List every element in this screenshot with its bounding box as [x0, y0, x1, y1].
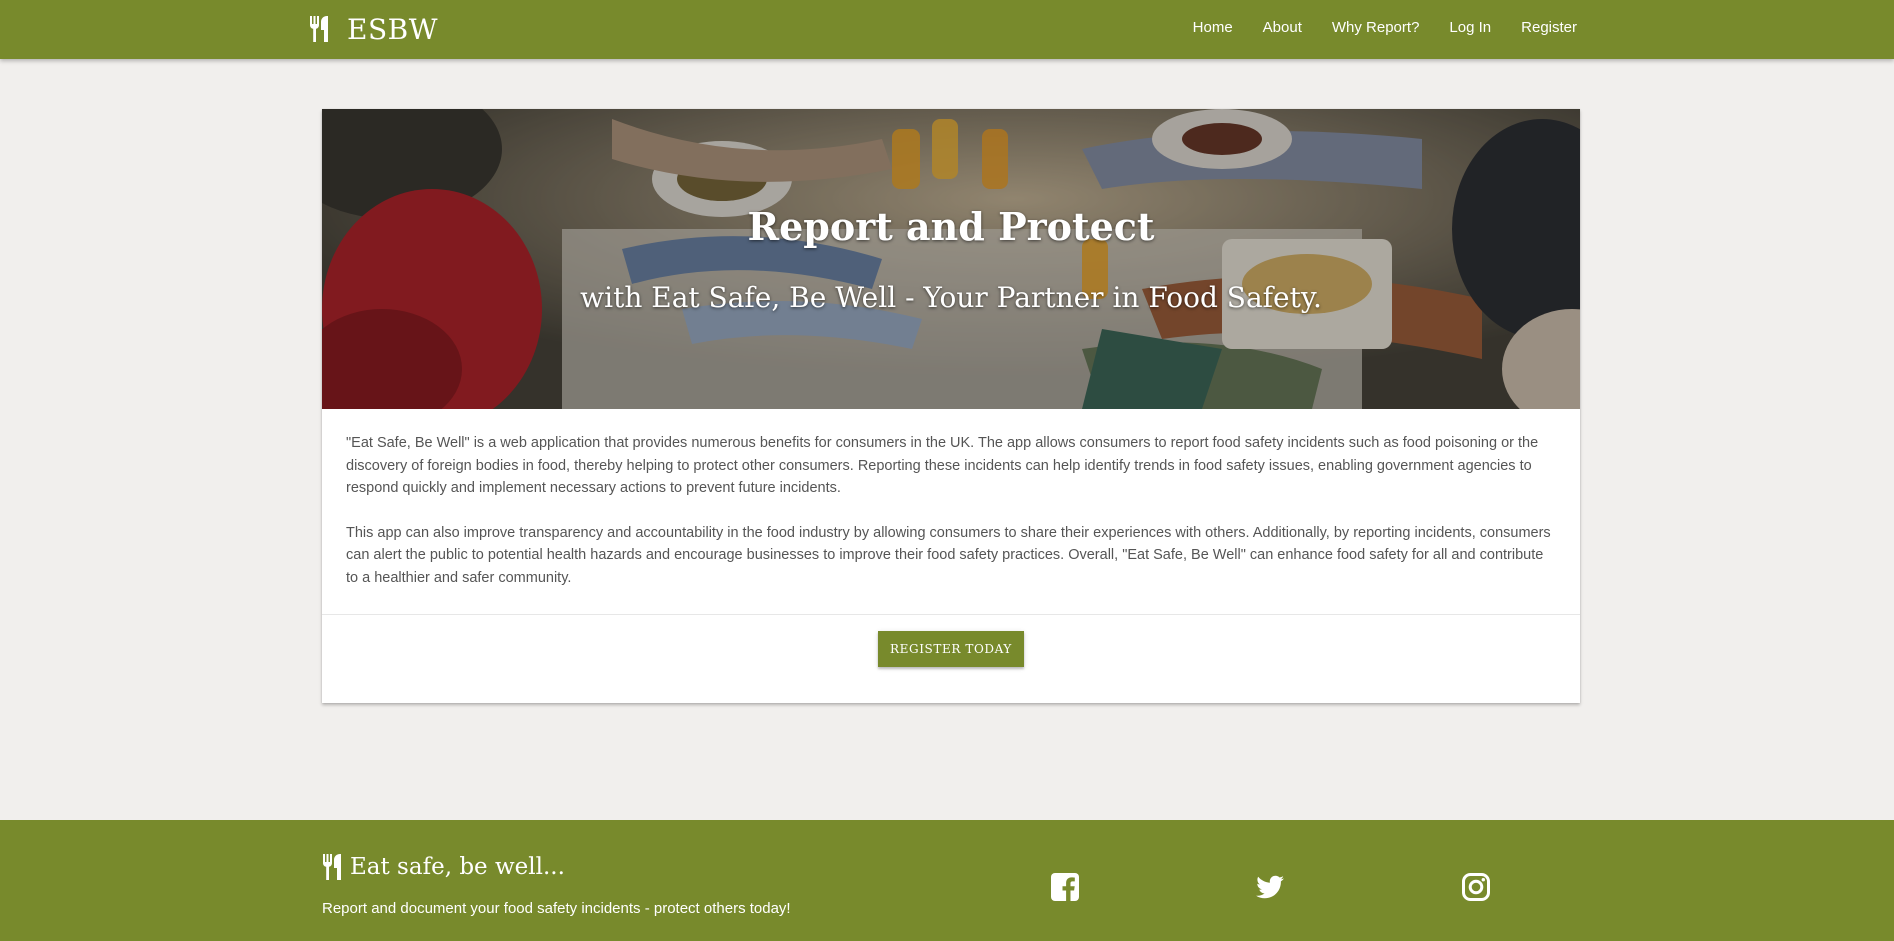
nav-home-link[interactable]: Home — [1193, 19, 1233, 36]
hero-banner: Report and Protect with Eat Safe, Be Wel… — [322, 109, 1580, 409]
footer-title: Eat safe, be well... — [350, 854, 565, 880]
instagram-icon — [1462, 873, 1490, 901]
facebook-icon — [1051, 873, 1079, 902]
instagram-link[interactable] — [1461, 872, 1491, 902]
hero-title: Report and Protect — [747, 204, 1155, 249]
hero-subtitle: with Eat Safe, Be Well - Your Partner in… — [580, 281, 1322, 314]
nav-about-link[interactable]: About — [1263, 19, 1302, 36]
register-today-button[interactable]: REGISTER TODAY — [878, 631, 1024, 667]
footer-brand: Eat safe, be well... — [322, 854, 565, 880]
intro-paragraph: This app can also improve transparency a… — [346, 524, 1551, 586]
facebook-link[interactable] — [1050, 872, 1080, 902]
nav-links: Home About Why Report? Log In Register — [1163, 0, 1577, 54]
nav-why-report-link[interactable]: Why Report? — [1332, 19, 1420, 36]
intro-text: "Eat Safe, Be Well" is a web application… — [346, 432, 1556, 589]
utensils-icon — [323, 854, 341, 880]
utensils-icon — [310, 16, 328, 42]
intro-card: Report and Protect with Eat Safe, Be Wel… — [322, 109, 1580, 703]
footer-tagline: Report and document your food safety inc… — [322, 900, 791, 917]
card-action: REGISTER TODAY — [322, 614, 1580, 703]
page-footer: Eat safe, be well... Report and document… — [0, 820, 1894, 941]
top-navbar: ESBW Home About Why Report? Log In Regis… — [0, 0, 1894, 59]
twitter-link[interactable] — [1255, 872, 1285, 902]
intro-paragraph: "Eat Safe, Be Well" is a web application… — [346, 435, 1539, 496]
hero-overlay — [322, 109, 1580, 409]
nav-login-link[interactable]: Log In — [1449, 19, 1491, 36]
brand-logo-link[interactable]: ESBW — [309, 8, 438, 50]
nav-register-link[interactable]: Register — [1521, 19, 1577, 36]
twitter-icon — [1256, 875, 1284, 899]
brand-name: ESBW — [347, 12, 438, 46]
